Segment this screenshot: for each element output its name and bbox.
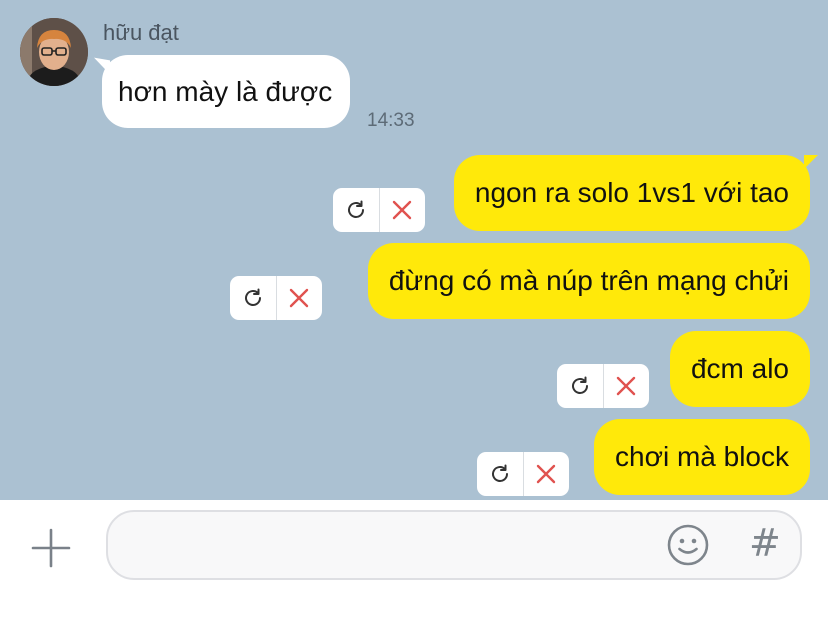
- failed-message-actions: [477, 452, 569, 496]
- failed-message-actions: [557, 364, 649, 408]
- refresh-icon: [571, 376, 588, 394]
- hashtag-icon: #: [749, 521, 781, 565]
- outgoing-message[interactable]: chơi mà block: [594, 419, 810, 495]
- sender-avatar[interactable]: [20, 18, 88, 86]
- delete-button[interactable]: [523, 452, 569, 496]
- delete-button[interactable]: [603, 364, 649, 408]
- outgoing-message[interactable]: đừng có mà núp trên mạng chửi: [367, 243, 810, 319]
- close-icon: [537, 464, 556, 484]
- close-icon: [393, 200, 412, 220]
- resend-button[interactable]: [477, 452, 523, 496]
- outgoing-message-text: đừng có mà núp trên mạng chửi: [388, 265, 789, 296]
- incoming-message[interactable]: hơn mày là được: [102, 55, 351, 128]
- emoji-button[interactable]: [666, 523, 710, 567]
- close-icon: [290, 288, 309, 308]
- delete-button[interactable]: [276, 276, 322, 320]
- emoji-icon: [667, 524, 709, 566]
- refresh-icon: [347, 200, 364, 218]
- sender-name: hữu đạt: [103, 20, 179, 45]
- failed-message-actions: [333, 188, 425, 232]
- chat-area: hữu đạt hơn mày là được 14:33 ngon ra so…: [0, 0, 828, 500]
- outgoing-message-text: chơi mà block: [615, 441, 789, 472]
- close-icon: [617, 376, 636, 396]
- refresh-icon: [244, 288, 261, 306]
- incoming-message-text: hơn mày là được: [118, 75, 333, 107]
- message-input[interactable]: [128, 524, 652, 568]
- message-timestamp: 14:33: [367, 110, 415, 131]
- resend-button[interactable]: [333, 188, 379, 232]
- add-attachment-button[interactable]: [30, 527, 72, 569]
- outgoing-message-text: ngon ra solo 1vs1 với tao: [474, 177, 789, 208]
- outgoing-message[interactable]: ngon ra solo 1vs1 với tao: [453, 155, 819, 231]
- delete-button[interactable]: [379, 188, 425, 232]
- outgoing-message-text: đcm alo: [690, 353, 789, 384]
- resend-button[interactable]: [557, 364, 603, 408]
- refresh-icon: [491, 464, 508, 482]
- outgoing-message[interactable]: đcm alo: [669, 331, 810, 407]
- plus-icon: [31, 528, 71, 568]
- hashtag-button[interactable]: #: [749, 521, 781, 565]
- resend-button[interactable]: [230, 276, 276, 320]
- failed-message-actions: [230, 276, 322, 320]
